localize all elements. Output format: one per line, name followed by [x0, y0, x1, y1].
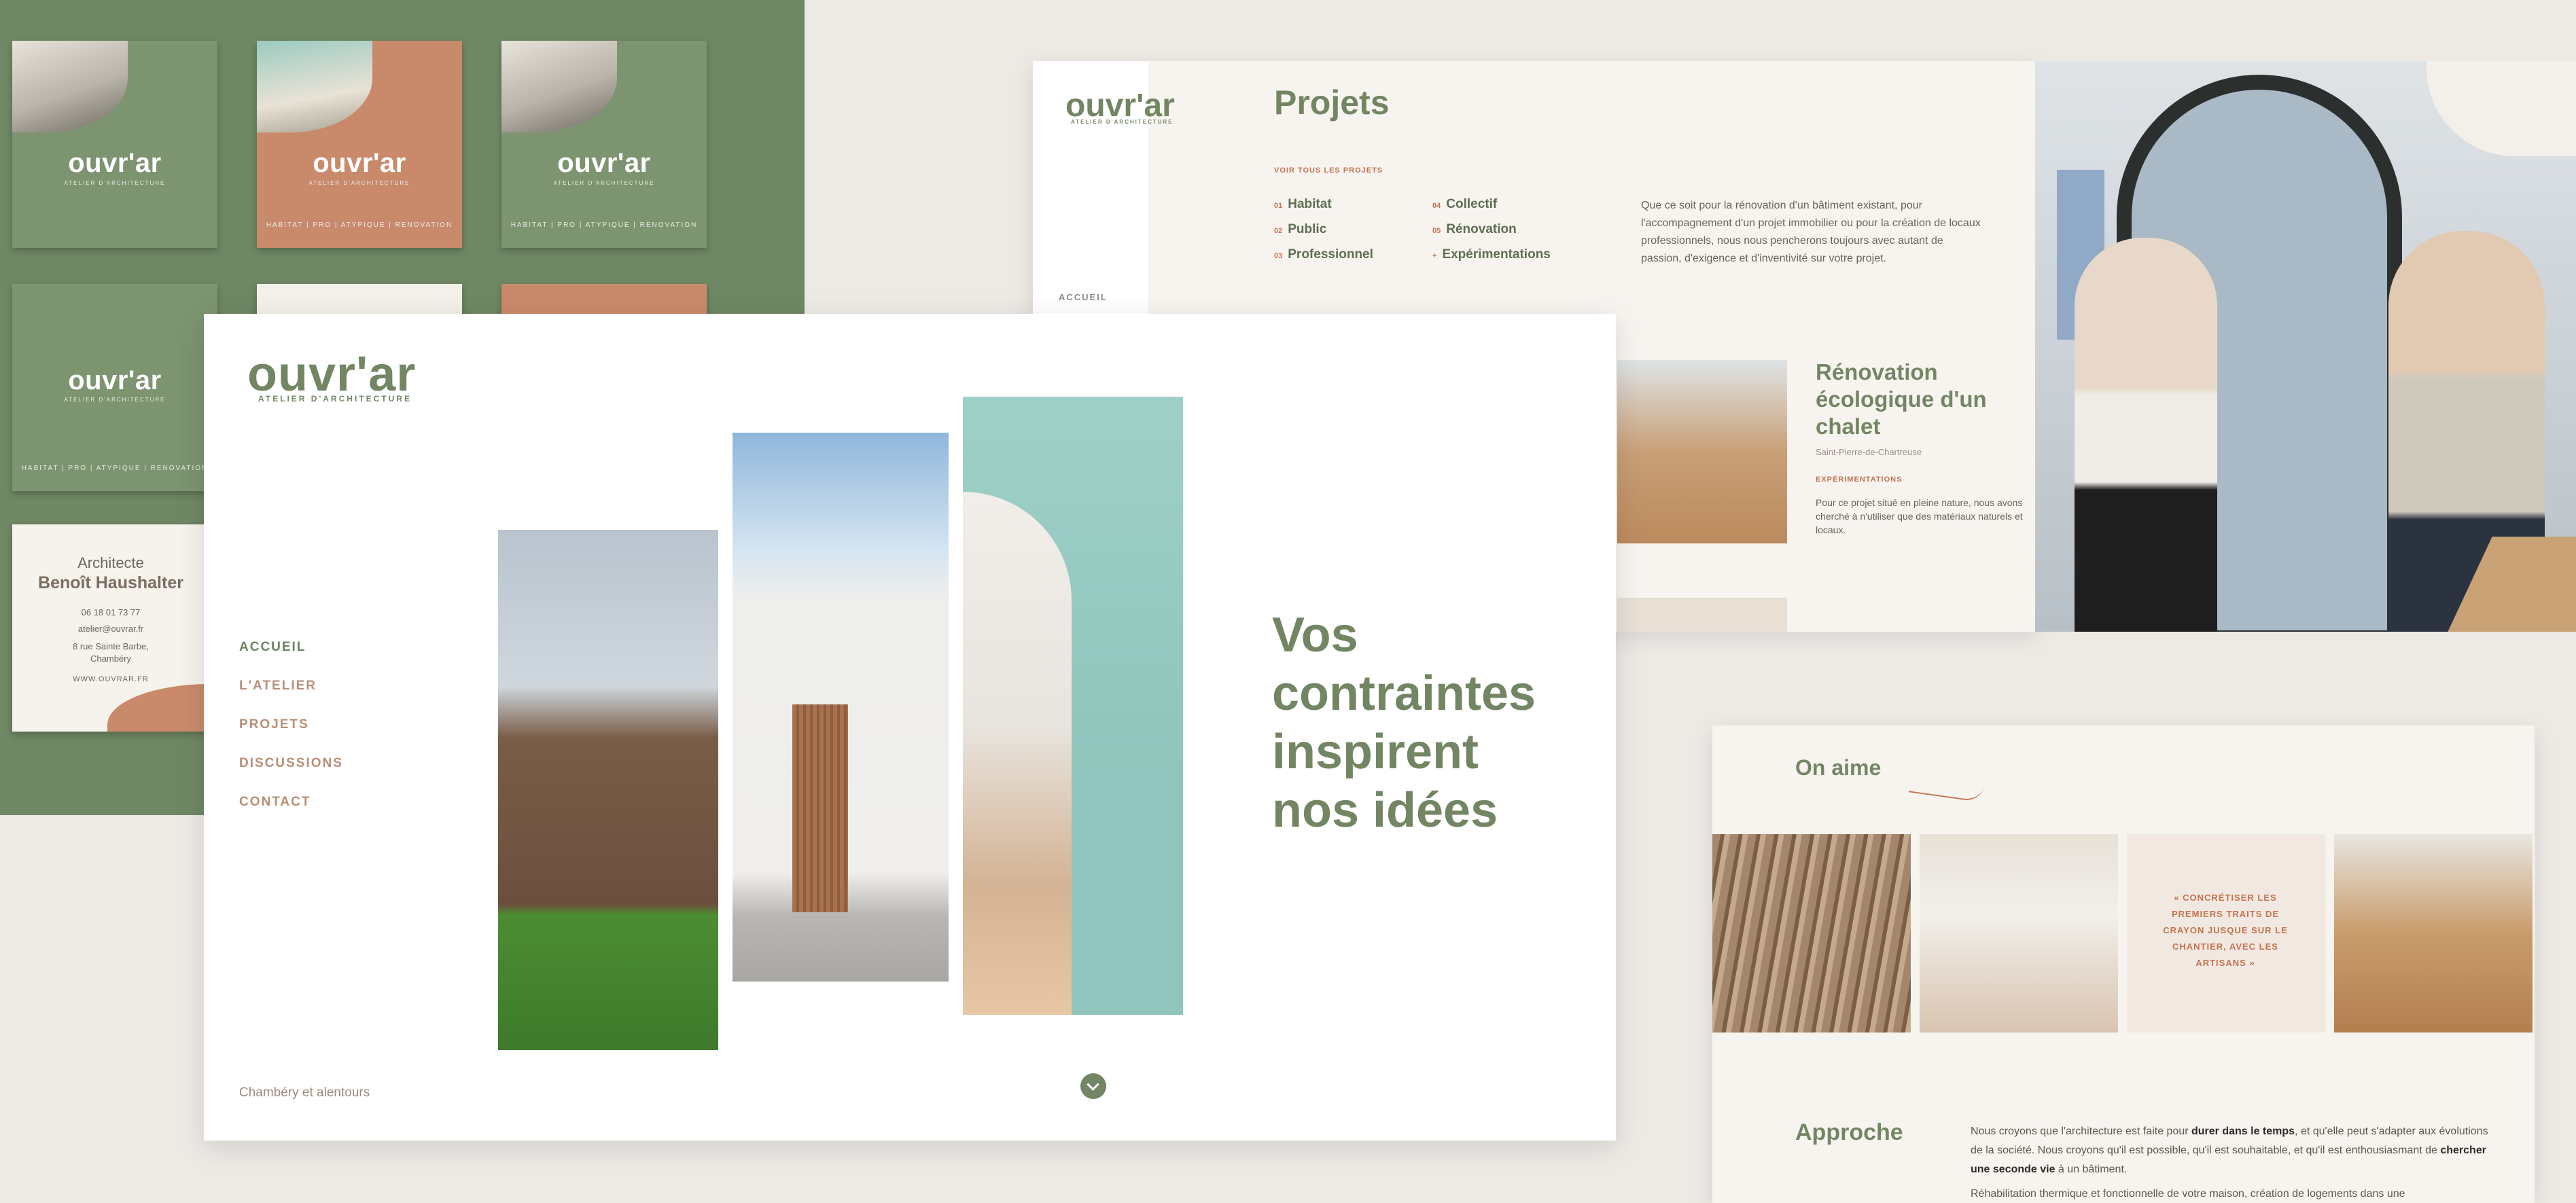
category-link-renovation[interactable]: 05 Rénovation: [1432, 222, 1517, 237]
brand-card-terracotta: ouvr'ar ATELIER D'ARCHITECTURE HABITAT |…: [257, 41, 462, 248]
see-all-projects-link[interactable]: VOIR TOUS LES PROJETS: [1274, 166, 1383, 175]
card-logo-subtitle: ATELIER D'ARCHITECTURE: [308, 180, 410, 186]
category-link-habitat[interactable]: 01 Habitat: [1274, 197, 1332, 212]
card-tags: HABITAT | PRO | ATYPIQUE | RENOVATION: [266, 221, 453, 229]
card-logo: ouvr'ar: [313, 148, 406, 178]
business-card: Architecte Benoît Haushalter 06 18 01 73…: [12, 524, 209, 732]
about-window: On aime « CONCRÉTISER LES PREMIERS TRAIT…: [1712, 725, 2535, 1203]
card-logo-subtitle: ATELIER D'ARCHITECTURE: [553, 180, 655, 186]
gallery-tile-wood[interactable]: [1712, 834, 1911, 1033]
hero-image-arch: [963, 397, 1183, 1015]
gallery-tile-interior[interactable]: [2334, 834, 2533, 1033]
nav-contact[interactable]: CONTACT: [239, 795, 389, 810]
featured-project-category: EXPÉRIMENTATIONS: [1816, 475, 1903, 484]
site-logo-subtitle: ATELIER D'ARCHITECTURE: [258, 394, 412, 403]
category-link-public[interactable]: 02 Public: [1274, 222, 1326, 237]
business-card-website: WWW.OUVRAR.FR: [73, 675, 149, 683]
business-card-accent: [107, 684, 209, 732]
scroll-down-button[interactable]: [1080, 1073, 1106, 1099]
arch-interior: [963, 492, 1072, 1015]
card-logo: ouvr'ar: [68, 365, 162, 395]
category-link-collectif[interactable]: 04 Collectif: [1432, 197, 1497, 212]
gallery-tile-quote: « CONCRÉTISER LES PREMIERS TRAITS DE CRA…: [2127, 834, 2325, 1033]
featured-project-image[interactable]: [1617, 360, 1787, 543]
nav-atelier[interactable]: L'ATELIER: [239, 679, 389, 694]
category-link-professionnel[interactable]: 03 Professionnel: [1274, 247, 1373, 262]
on-aime-heading: On aime: [1795, 755, 1882, 780]
card-logo-subtitle: ATELIER D'ARCHITECTURE: [64, 397, 166, 403]
hero-headline: Vos contraintes inspirent nos idées: [1272, 608, 1536, 838]
category-link-experimentations[interactable]: + Expérimentations: [1432, 247, 1551, 262]
nav-projets[interactable]: PROJETS: [239, 717, 389, 732]
approche-heading: Approche: [1795, 1119, 1903, 1145]
featured-project-title[interactable]: Rénovation écologique d'un chalet: [1816, 359, 2019, 440]
card-tags: HABITAT | PRO | ATYPIQUE | RENOVATION: [510, 221, 698, 229]
hero-location: Chambéry et alentours: [239, 1085, 370, 1100]
featured-project-description: Pour ce projet situé en pleine nature, n…: [1816, 497, 2023, 535]
team-photo: [2035, 61, 2576, 632]
approche-paragraph-2: Réhabilitation thermique et fonctionnell…: [1971, 1188, 2405, 1200]
business-card-address-2: Chambéry: [90, 653, 131, 664]
card-tags: HABITAT | PRO | ATYPIQUE | RENOVATION: [21, 465, 209, 472]
projects-intro: Que ce soit pour la rénovation d'un bâti…: [1641, 200, 1981, 264]
pendant-lamp: [2427, 61, 2576, 156]
business-card-name: Benoît Haushalter: [38, 573, 183, 592]
featured-project-location: Saint-Pierre-de-Chartreuse: [1816, 447, 1922, 457]
business-card-address-1: 8 rue Sainte Barbe,: [72, 641, 149, 651]
brand-card-photo-house: ouvr'ar ATELIER D'ARCHITECTURE: [12, 41, 217, 248]
wooden-door: [792, 704, 848, 912]
next-project-image[interactable]: [1617, 598, 1787, 632]
projects-logo-subtitle: ATELIER D'ARCHITECTURE: [1071, 119, 1174, 125]
architect-woman: [2075, 238, 2217, 632]
hero-window: ouvr'ar ATELIER D'ARCHITECTURE ACCUEIL L…: [204, 314, 1616, 1141]
business-card-email: atelier@ouvrar.fr: [77, 624, 144, 634]
projects-title: Projets: [1274, 84, 1390, 122]
card-logo: ouvr'ar: [557, 148, 651, 178]
gallery-tile-stairs[interactable]: [1920, 834, 2118, 1033]
card-photo: [12, 41, 128, 132]
hero-image-house: [733, 433, 949, 982]
brand-card-green: ouvr'ar ATELIER D'ARCHITECTURE HABITAT |…: [501, 41, 707, 248]
quote-text: « CONCRÉTISER LES PREMIERS TRAITS DE CRA…: [2163, 893, 2288, 968]
card-photo: [501, 41, 617, 132]
business-card-role: Architecte: [77, 554, 144, 571]
nav-discussions[interactable]: DISCUSSIONS: [239, 756, 389, 771]
business-card-phone: 06 18 01 73 77: [81, 607, 141, 617]
card-logo: ouvr'ar: [68, 148, 162, 178]
brand-card-plain: ouvr'ar ATELIER D'ARCHITECTURE HABITAT |…: [12, 284, 217, 491]
hero-image-roof: [498, 530, 718, 1050]
breadcrumb[interactable]: ACCUEIL: [1059, 292, 1108, 302]
card-photo: [257, 41, 372, 132]
approche-paragraph-1: Nous croyons que l'architecture est fait…: [1971, 1126, 2488, 1175]
arrow-icon: [1908, 773, 1986, 803]
card-logo-subtitle: ATELIER D'ARCHITECTURE: [64, 180, 166, 186]
nav-accueil[interactable]: ACCUEIL: [239, 640, 389, 655]
